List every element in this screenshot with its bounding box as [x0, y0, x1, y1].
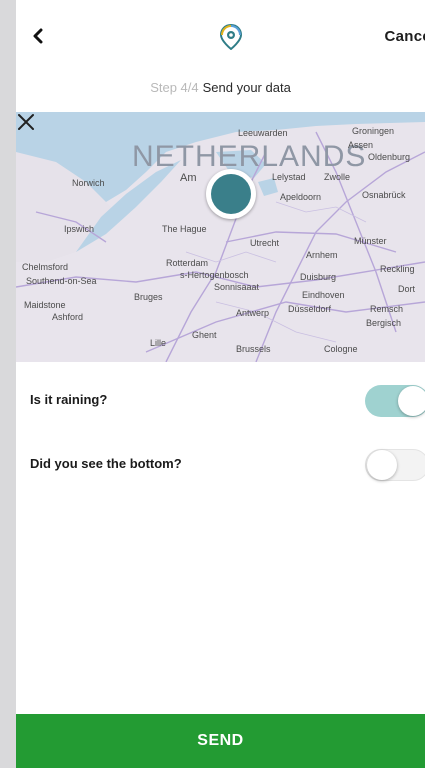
- map-place: Brussels: [236, 344, 271, 354]
- map-place: Arnhem: [306, 250, 338, 260]
- header-bar: Cance: [16, 0, 425, 70]
- map-place: Ghent: [192, 330, 217, 340]
- marker-dot: [211, 174, 251, 214]
- map-place: s-Hertogenbosch: [180, 270, 249, 280]
- map-place: Reckling: [380, 264, 415, 274]
- question-label: Did you see the bottom?: [30, 456, 182, 471]
- cancel-button[interactable]: Cance: [384, 28, 425, 45]
- map-place: Dort: [398, 284, 416, 294]
- question-row-raining: Is it raining?: [16, 375, 425, 425]
- map-place: Lille: [150, 338, 167, 348]
- toggle-knob: [367, 450, 397, 480]
- toggle-knob: [398, 386, 425, 416]
- step-indicator: Step 4/4 Send your data: [16, 80, 425, 95]
- map-place: Chelmsford: [22, 262, 69, 272]
- map-place: Leeuwarden: [238, 128, 288, 138]
- map-place: Cologne: [324, 344, 358, 354]
- map-place: Oldenburg: [368, 152, 411, 162]
- bottom-toggle[interactable]: [365, 449, 425, 481]
- map-place: Zwolle: [324, 172, 351, 182]
- map-place: Ashford: [52, 312, 84, 322]
- map-place: Osnabrück: [362, 190, 406, 200]
- map-place: Southend-on-Sea: [26, 276, 97, 286]
- map-place: Ipswich: [64, 224, 95, 234]
- map-place: Assen: [348, 140, 374, 150]
- map-place: Apeldoorn: [280, 192, 322, 202]
- send-button[interactable]: SEND: [16, 714, 425, 768]
- map-place: Lelystad: [272, 172, 306, 182]
- location-pin-logo-icon: [219, 24, 243, 50]
- map-place: Antwerp: [236, 308, 270, 318]
- map-place: Eindhoven: [302, 290, 345, 300]
- map-place: Utrecht: [250, 238, 280, 248]
- app-screen: Cance Step 4/4Send your data: [16, 0, 425, 768]
- map-place: Münster: [354, 236, 387, 246]
- country-label: NETHERLANDS: [132, 140, 367, 173]
- map-place: Norwich: [72, 178, 105, 188]
- map-place: Düsseldorf: [288, 304, 332, 314]
- back-button[interactable]: [24, 22, 52, 50]
- question-row-bottom: Did you see the bottom?: [16, 439, 425, 489]
- map-place: Am: [180, 172, 197, 184]
- map-place: Groningen: [352, 126, 395, 136]
- map-place: Bruges: [134, 292, 163, 302]
- map-place: Rotterdam: [166, 258, 209, 268]
- pin-cross-icon: [18, 114, 34, 130]
- map-place: Sonnisaaat: [214, 282, 260, 292]
- map-place: Bergisch: [366, 318, 402, 328]
- location-marker[interactable]: [206, 169, 256, 219]
- map-place: Maidstone: [24, 300, 66, 310]
- map-place: The Hague: [162, 224, 207, 234]
- map-place: Duisburg: [300, 272, 337, 282]
- chevron-left-icon: [33, 28, 43, 44]
- raining-toggle[interactable]: [365, 385, 425, 417]
- step-count: Step 4/4: [150, 80, 199, 95]
- step-title: Send your data: [202, 80, 291, 95]
- question-label: Is it raining?: [30, 392, 108, 407]
- map-place: Remsch: [370, 304, 404, 314]
- map-view[interactable]: NETHERLANDS Leeuwarden Groningen Assen O…: [16, 112, 425, 362]
